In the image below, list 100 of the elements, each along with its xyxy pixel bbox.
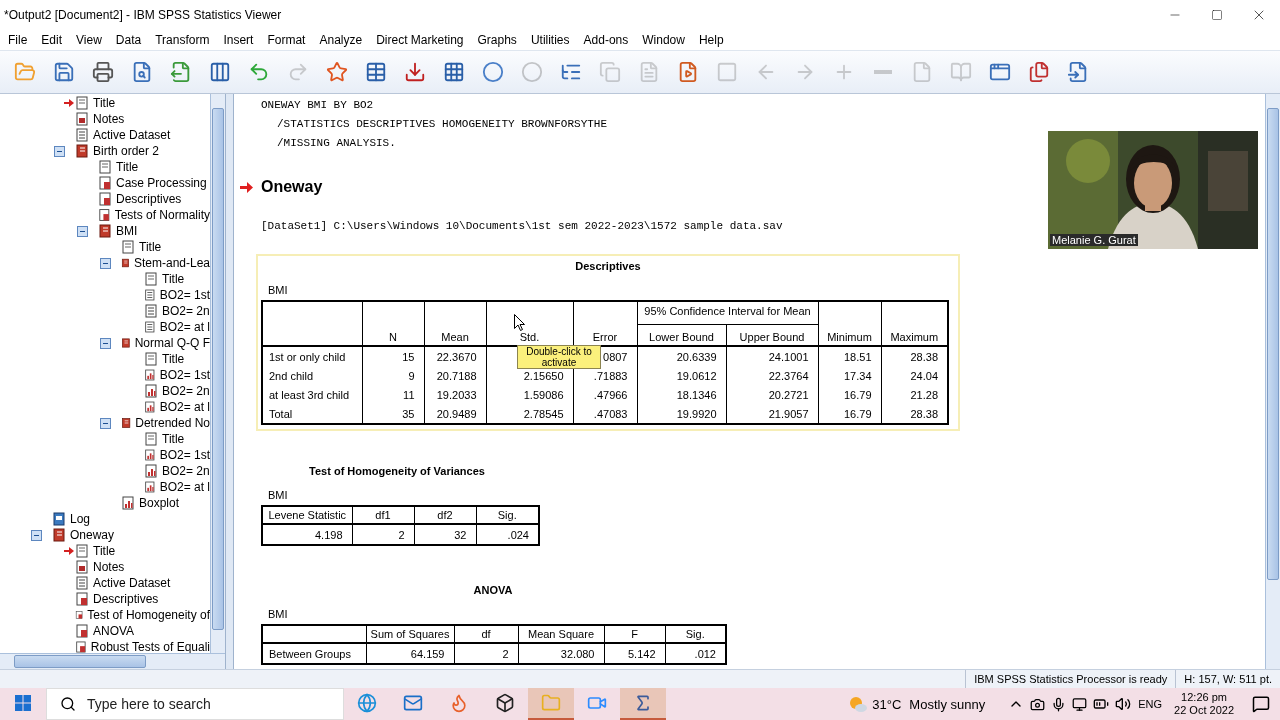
tree-item[interactable]: Robust Tests of Equali: [90, 640, 210, 653]
scrollbar[interactable]: [0, 653, 225, 669]
tree-item[interactable]: Title: [116, 160, 139, 174]
tree-item[interactable]: Normal Q-Q F: [134, 336, 210, 350]
export-icon: [170, 61, 192, 83]
tree-item[interactable]: Active Dataset: [93, 576, 171, 590]
document-icon: [599, 61, 621, 83]
menu-item[interactable]: Help: [692, 30, 730, 50]
collapse-toggle[interactable]: [31, 529, 42, 541]
dataset-path: [DataSet1] C:\Users\Windows 10\Documents\1st sem 2022-2023\1572 sample data.sav: [261, 220, 783, 232]
mail-icon: [403, 693, 423, 713]
tree-item[interactable]: BO2= 1st: [159, 448, 210, 462]
tree-item[interactable]: BO2= at l: [159, 480, 210, 494]
menu-item[interactable]: Graphs: [471, 30, 523, 50]
tree-item[interactable]: Title: [139, 240, 162, 254]
tree-item[interactable]: BO2= 2n: [162, 464, 210, 478]
chart-page-icon: [144, 480, 156, 494]
tree-item[interactable]: Oneway: [70, 528, 115, 542]
table-cell: 32: [414, 524, 476, 545]
title-page-icon: [144, 272, 158, 286]
temperature: 31°C: [872, 696, 902, 712]
microphone-icon[interactable]: [1051, 696, 1067, 712]
tree-item[interactable]: BO2= 2n: [162, 304, 210, 318]
menu-item[interactable]: Edit: [35, 30, 69, 50]
table-cell: 19.0612: [637, 366, 726, 385]
tree-item[interactable]: Test of Homogeneity of: [87, 608, 210, 622]
menu-item[interactable]: Analyze: [313, 30, 369, 50]
tree-item[interactable]: Descriptives: [93, 592, 159, 606]
tree-item[interactable]: Title: [93, 96, 116, 110]
title-page-icon: [75, 544, 89, 558]
collapse-toggle[interactable]: [100, 417, 111, 429]
tree-item[interactable]: Title: [162, 272, 185, 286]
redo-icon: [287, 61, 309, 83]
tree-item[interactable]: BO2= 1st: [159, 368, 210, 382]
collapse-toggle[interactable]: [100, 257, 111, 269]
mouse-pointer-icon: [514, 314, 525, 331]
speaker-icon[interactable]: [1115, 696, 1132, 712]
chart-page-icon: [144, 384, 158, 398]
battery-icon[interactable]: [1093, 696, 1110, 712]
maximize-icon: [1211, 9, 1223, 21]
menu-item[interactable]: Transform: [149, 30, 216, 50]
tree-item[interactable]: ANOVA: [93, 624, 135, 638]
scrollbar[interactable]: [210, 94, 225, 653]
menu-item[interactable]: Data: [109, 30, 148, 50]
tree-item[interactable]: Boxplot: [139, 496, 180, 510]
menu-item[interactable]: View: [70, 30, 108, 50]
menu-item[interactable]: File: [2, 30, 34, 50]
document-play-icon: [677, 61, 699, 83]
menu-item[interactable]: Window: [636, 30, 691, 50]
table-cell: 24.04: [881, 366, 948, 385]
tree-item[interactable]: Notes: [93, 560, 125, 574]
menu-item[interactable]: Direct Marketing: [370, 30, 470, 50]
table-cell: 35: [362, 404, 424, 424]
search-field[interactable]: Type here to search: [46, 688, 344, 720]
tree-item[interactable]: Active Dataset: [93, 128, 171, 142]
syntax-line: /MISSING ANALYSIS.: [277, 137, 396, 149]
notification-icon[interactable]: [1252, 695, 1270, 713]
table-selection[interactable]: [256, 254, 960, 431]
menu-item[interactable]: Utilities: [524, 30, 576, 50]
table-cell: 19.9920: [637, 404, 726, 424]
tree-item[interactable]: BO2= 1st: [159, 288, 210, 302]
star-icon: [326, 61, 348, 83]
sun-cloud-icon: [848, 695, 869, 713]
text-page-icon: [144, 288, 156, 302]
column-header: Maximum: [881, 301, 948, 346]
tree-item[interactable]: BO2= 2n: [162, 384, 210, 398]
tree-item[interactable]: Title: [93, 544, 116, 558]
menu-item[interactable]: Format: [261, 30, 312, 50]
menu-item[interactable]: Add-ons: [577, 30, 635, 50]
table-cell: 2.78545: [486, 404, 573, 424]
tree-item[interactable]: BO2= at l: [159, 400, 210, 414]
tree-item[interactable]: Notes: [93, 112, 125, 126]
tree-item[interactable]: Title: [162, 432, 185, 446]
menu-item[interactable]: Insert: [217, 30, 260, 50]
scrollbar[interactable]: [1265, 94, 1280, 669]
circle-icon: [482, 61, 504, 83]
tree-item[interactable]: BO2= at l: [159, 320, 210, 334]
collapse-toggle[interactable]: [100, 337, 111, 349]
monitor-icon[interactable]: [1072, 696, 1088, 712]
tree-item[interactable]: Tests of Normality: [114, 208, 210, 222]
tree-item[interactable]: Title: [162, 352, 185, 366]
camera-icon[interactable]: [1030, 696, 1046, 712]
tree-item[interactable]: Stem-and-Lea: [133, 256, 210, 270]
tree-item[interactable]: Case Processing: [116, 176, 207, 190]
clock-date: 22 Oct 2022: [1174, 704, 1234, 717]
language-indicator[interactable]: ENG: [1138, 698, 1163, 710]
table-cell: 20.2721: [726, 385, 818, 404]
collapse-toggle[interactable]: [54, 145, 65, 157]
tree-item[interactable]: Descriptives: [116, 192, 182, 206]
table-cell: 28.38: [881, 346, 948, 366]
tree-item[interactable]: BMI: [116, 224, 138, 238]
collapse-toggle[interactable]: [77, 225, 88, 237]
tree-item[interactable]: Detrended No: [135, 416, 210, 430]
tree-item[interactable]: Log: [70, 512, 91, 526]
tree-item[interactable]: Birth order 2: [93, 144, 160, 158]
table-icon: [365, 61, 387, 83]
column-header: df2: [414, 506, 476, 524]
log-book-icon: [52, 512, 66, 526]
documents-icon: [1028, 61, 1050, 83]
table-cell: 2: [454, 643, 518, 664]
